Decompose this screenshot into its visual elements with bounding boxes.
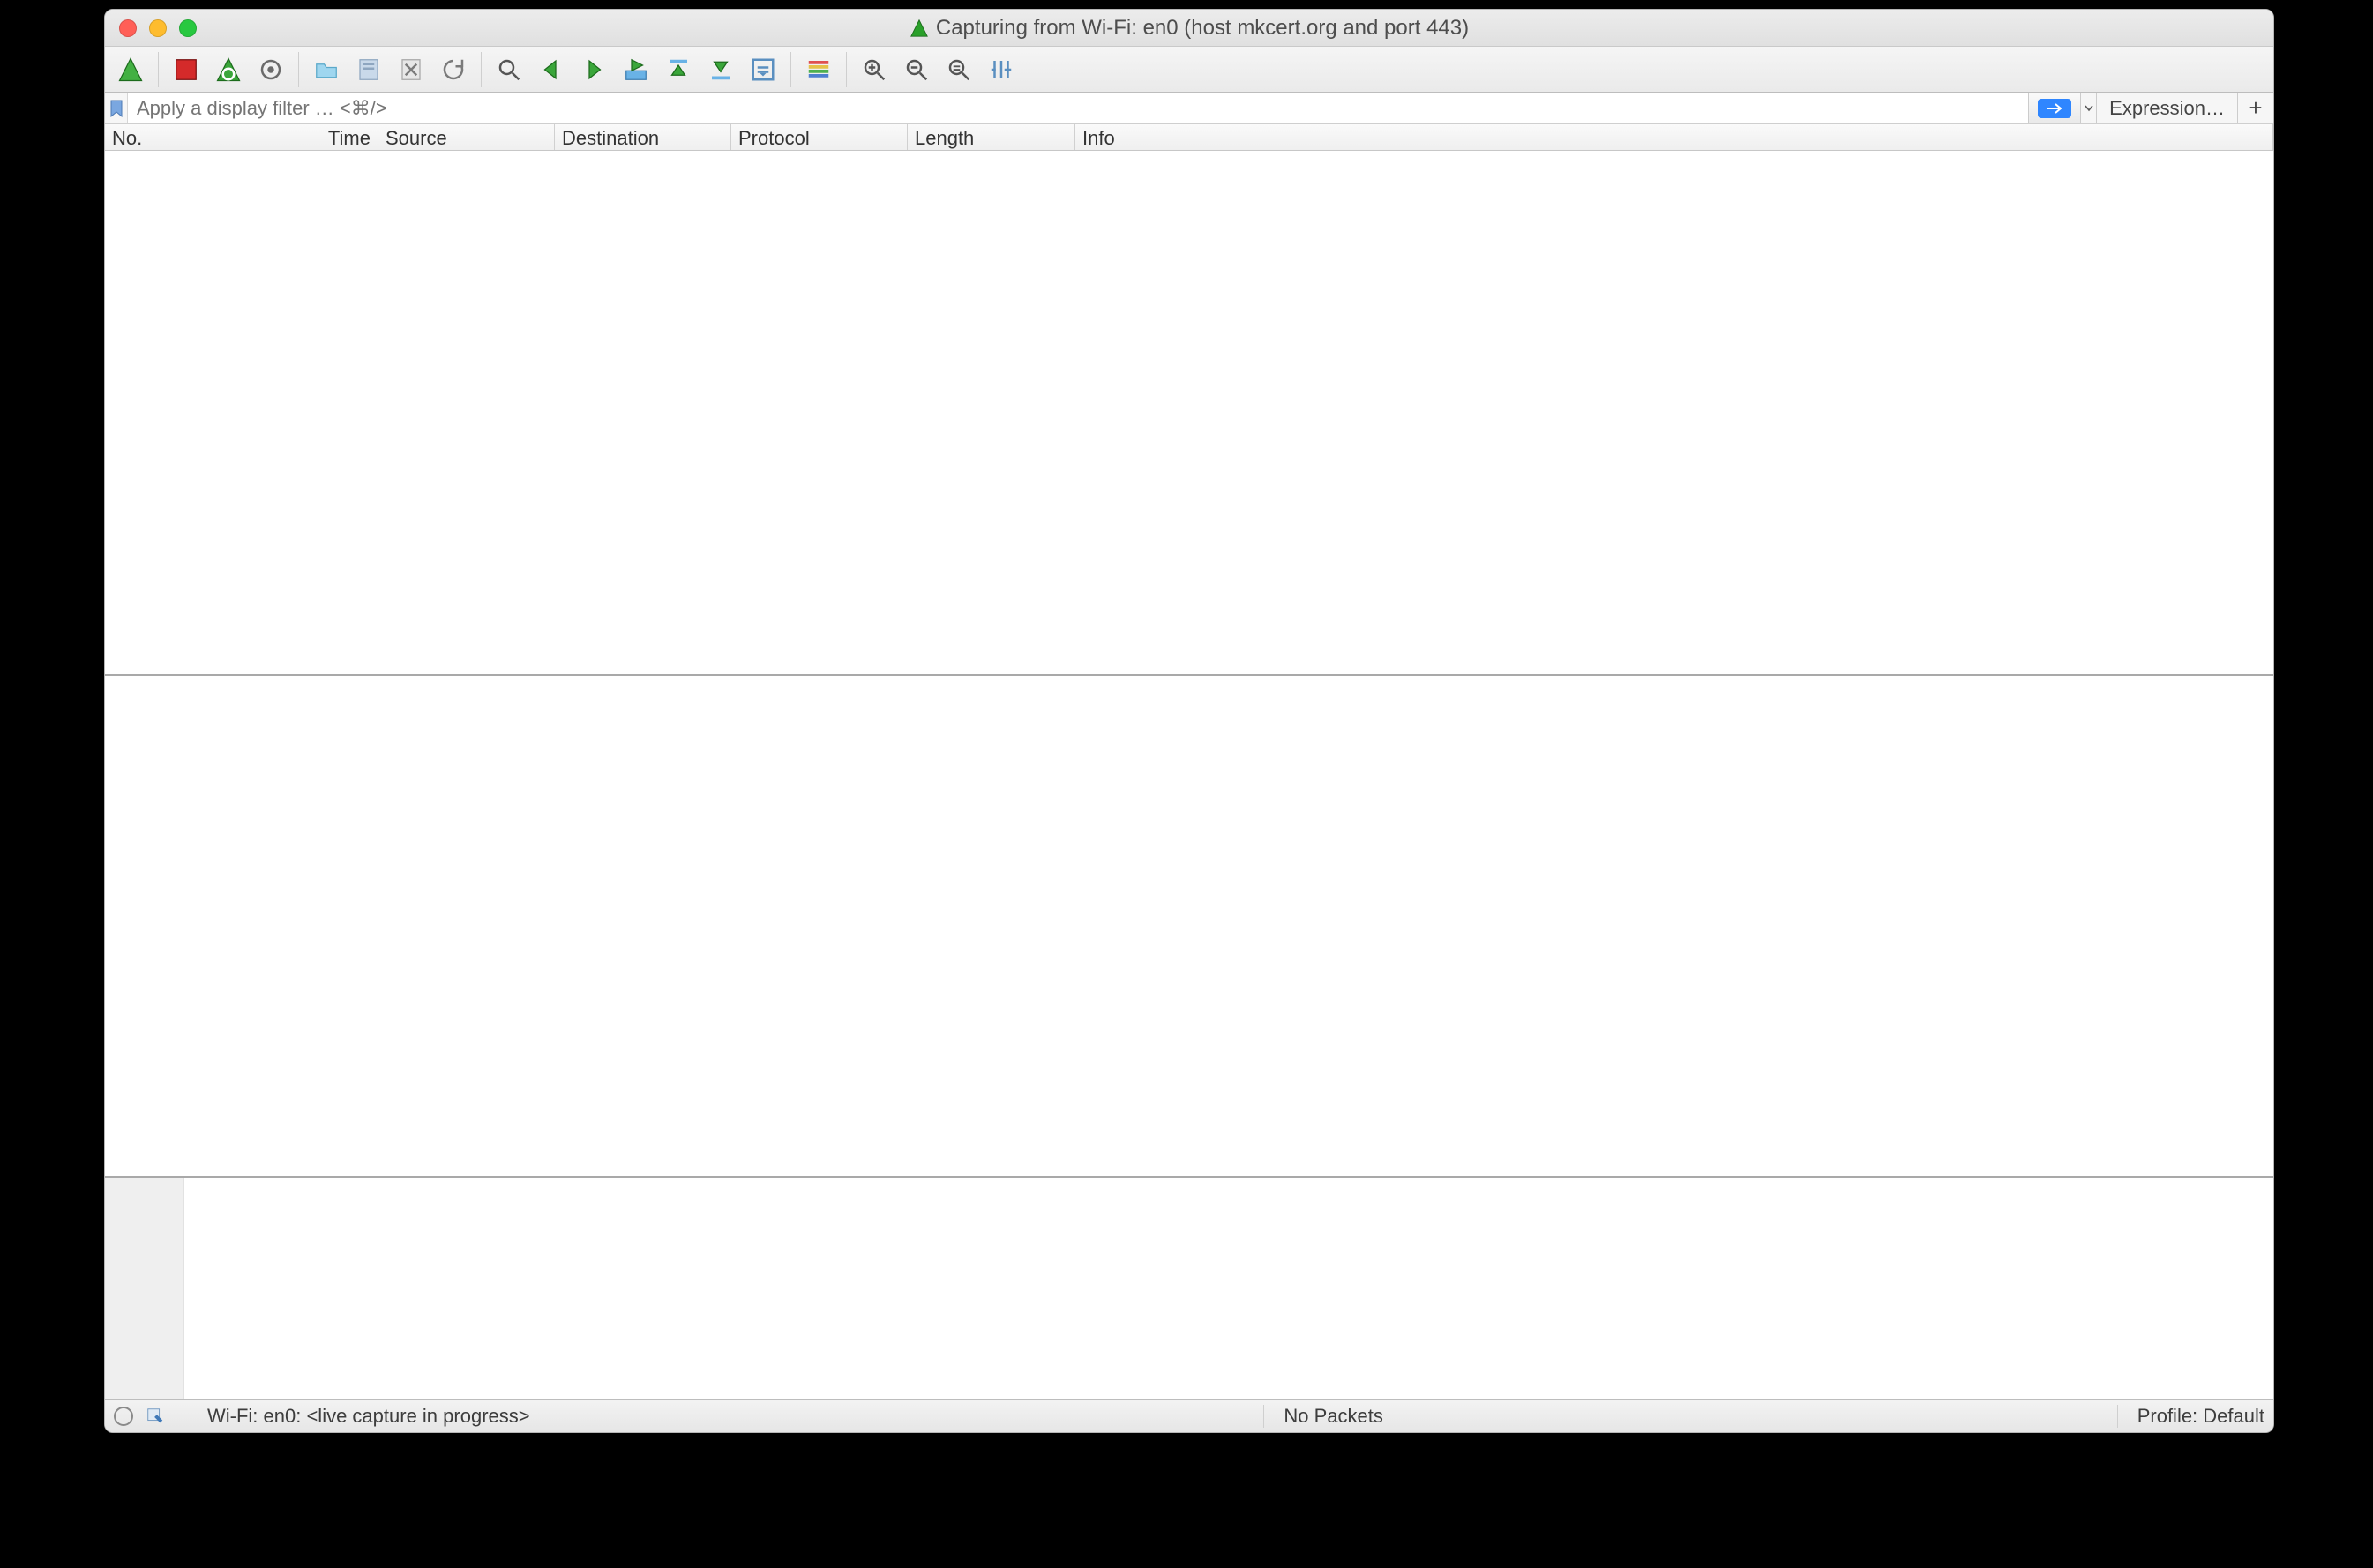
- goto-packet-icon: [623, 56, 649, 83]
- zoom-reset-icon: [946, 56, 972, 83]
- column-header-no[interactable]: No.: [105, 124, 281, 150]
- zoom-in-icon: [861, 56, 887, 83]
- stop-icon: [173, 56, 199, 83]
- apply-filter-button[interactable]: [2028, 93, 2081, 123]
- chevron-down-icon: [2085, 105, 2093, 112]
- packet-list-header: No. Time Source Destination Protocol Len…: [105, 124, 2273, 151]
- expert-info-button[interactable]: [114, 1407, 133, 1426]
- arrow-right-icon: [580, 56, 607, 83]
- find-packet-button[interactable]: [489, 50, 529, 89]
- folder-open-icon: [313, 56, 340, 83]
- column-header-destination[interactable]: Destination: [555, 124, 731, 150]
- autoscroll-icon: [750, 56, 776, 83]
- window-title: Capturing from Wi-Fi: en0 (host mkcert.o…: [936, 16, 1469, 41]
- close-file-icon: [398, 56, 424, 83]
- restart-capture-button[interactable]: [208, 50, 249, 89]
- gear-icon: [258, 56, 284, 83]
- zoom-reset-button[interactable]: [939, 50, 979, 89]
- packet-list-pane[interactable]: [105, 151, 2273, 676]
- arrow-right-icon: [2045, 102, 2064, 115]
- column-header-time[interactable]: Time: [281, 124, 378, 150]
- filter-bookmark-button[interactable]: [105, 93, 128, 123]
- status-separator: [2117, 1405, 2118, 1428]
- find-icon: [496, 56, 522, 83]
- toolbar-separator: [846, 52, 847, 87]
- packet-bytes-pane[interactable]: [105, 1178, 2273, 1399]
- column-header-source[interactable]: Source: [378, 124, 555, 150]
- fullscreen-window-button[interactable]: [179, 19, 197, 37]
- add-filter-button[interactable]: +: [2238, 93, 2273, 123]
- shark-fin-icon: [117, 56, 144, 83]
- status-packets-label: No Packets: [1284, 1405, 1383, 1428]
- bytes-offset-gutter: [105, 1178, 184, 1399]
- titlebar: Capturing from Wi-Fi: en0 (host mkcert.o…: [105, 10, 2273, 47]
- display-filter-bar: Expression… +: [105, 93, 2273, 124]
- status-profile-label[interactable]: Profile: Default: [2137, 1405, 2264, 1428]
- reload-icon: [440, 56, 467, 83]
- close-window-button[interactable]: [119, 19, 137, 37]
- go-first-icon: [665, 56, 692, 83]
- toolbar-separator: [298, 52, 299, 87]
- status-separator: [1263, 1405, 1264, 1428]
- colorize-icon: [805, 56, 832, 83]
- goto-packet-button[interactable]: [616, 50, 656, 89]
- window-controls: [119, 19, 197, 37]
- save-file-button[interactable]: [348, 50, 389, 89]
- column-header-protocol[interactable]: Protocol: [731, 124, 908, 150]
- arrow-left-icon: [538, 56, 565, 83]
- go-last-button[interactable]: [700, 50, 741, 89]
- wireshark-fin-icon: [910, 19, 929, 38]
- close-file-button[interactable]: [391, 50, 431, 89]
- resize-columns-button[interactable]: [981, 50, 1022, 89]
- status-bar: Wi-Fi: en0: <live capture in progress> N…: [105, 1399, 2273, 1432]
- save-icon: [356, 56, 382, 83]
- column-header-length[interactable]: Length: [908, 124, 1075, 150]
- bytes-hex-area: [184, 1178, 2273, 1399]
- stop-capture-button[interactable]: [166, 50, 206, 89]
- zoom-in-button[interactable]: [854, 50, 895, 89]
- go-last-icon: [707, 56, 734, 83]
- filter-history-dropdown[interactable]: [2081, 93, 2097, 123]
- toolbar-separator: [481, 52, 482, 87]
- bookmark-icon: [110, 100, 123, 117]
- packet-details-pane[interactable]: [105, 676, 2273, 1178]
- resize-columns-icon: [988, 56, 1014, 83]
- autoscroll-button[interactable]: [743, 50, 783, 89]
- capture-options-button[interactable]: [251, 50, 291, 89]
- colorize-button[interactable]: [798, 50, 839, 89]
- status-interface-label: Wi-Fi: en0: <live capture in progress>: [207, 1405, 530, 1428]
- go-first-button[interactable]: [658, 50, 699, 89]
- go-next-button[interactable]: [573, 50, 614, 89]
- main-toolbar: [105, 47, 2273, 93]
- minimize-window-button[interactable]: [149, 19, 167, 37]
- go-previous-button[interactable]: [531, 50, 572, 89]
- toolbar-separator: [790, 52, 791, 87]
- reload-file-button[interactable]: [433, 50, 474, 89]
- open-file-button[interactable]: [306, 50, 347, 89]
- zoom-out-icon: [903, 56, 930, 83]
- toolbar-separator: [158, 52, 159, 87]
- zoom-out-button[interactable]: [896, 50, 937, 89]
- expression-button[interactable]: Expression…: [2097, 93, 2238, 123]
- restart-capture-icon: [215, 56, 242, 83]
- start-capture-button[interactable]: [110, 50, 151, 89]
- app-window: Capturing from Wi-Fi: en0 (host mkcert.o…: [104, 9, 2274, 1433]
- edit-capture-comment-button[interactable]: [146, 1407, 165, 1426]
- column-header-info[interactable]: Info: [1075, 124, 2273, 150]
- display-filter-input[interactable]: [128, 93, 2028, 123]
